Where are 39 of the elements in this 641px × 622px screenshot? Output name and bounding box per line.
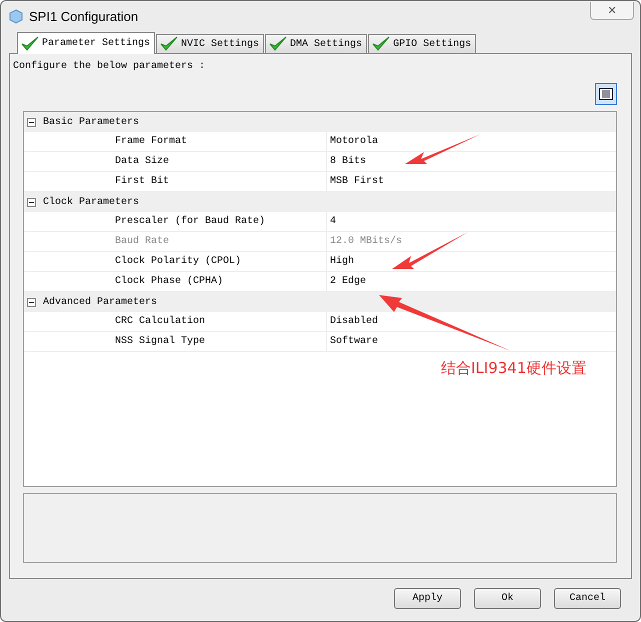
arrow-icon [379,295,511,351]
tab[interactable]: Parameter Settings [17,32,156,54]
parameter-value[interactable]: High [330,252,354,271]
window-title: SPI1 Configuration [29,8,140,24]
dialog-button[interactable]: Ok [474,588,541,609]
parameter-value[interactable]: MSB First [330,172,384,191]
tab[interactable]: NVIC Settings [156,34,264,53]
list-view-button[interactable] [595,83,617,105]
parameter-name: Prescaler (for Baud Rate) [24,212,327,231]
collapse-toggle[interactable] [27,118,36,126]
parameter-value[interactable]: 8 Bits [330,152,366,171]
parameter-name: Frame Format [24,132,327,151]
parameter-name: Clock Phase (CPHA) [24,272,327,291]
parameter-name: Baud Rate [24,232,327,251]
parameter-name: Clock Polarity (CPOL) [24,252,327,271]
parameter-value[interactable]: Motorola [330,132,378,151]
parameter-name: First Bit [24,172,327,191]
group-header: Advanced Parameters [43,296,158,308]
parameter-name: CRC Calculation [24,312,327,331]
collapse-toggle[interactable] [27,298,36,306]
group-header: Basic Parameters [43,116,140,128]
arrow-icon [405,134,481,164]
dialog-button[interactable]: Cancel [554,588,621,609]
parameter-value[interactable]: 2 Edge [330,272,366,291]
parameter-value[interactable]: Software [330,332,378,351]
tab[interactable]: GPIO Settings [368,34,476,53]
parameter-name: NSS Signal Type [24,332,327,351]
cube-icon [9,8,23,24]
tab[interactable]: DMA Settings [265,34,368,53]
group-header: Clock Parameters [43,196,140,208]
parameter-value[interactable]: 4 [330,212,336,231]
close-button[interactable]: ✕ [590,2,634,20]
parameter-value[interactable]: Disabled [330,312,378,331]
instruction-text: Configure the below parameters : [13,61,206,74]
collapse-toggle[interactable] [27,198,36,206]
dialog-button[interactable]: Apply [394,588,461,609]
annotation-text: 结合ILI9341硬件设置 [441,359,586,378]
parameter-name: Data Size [24,152,327,171]
list-icon [599,88,613,100]
